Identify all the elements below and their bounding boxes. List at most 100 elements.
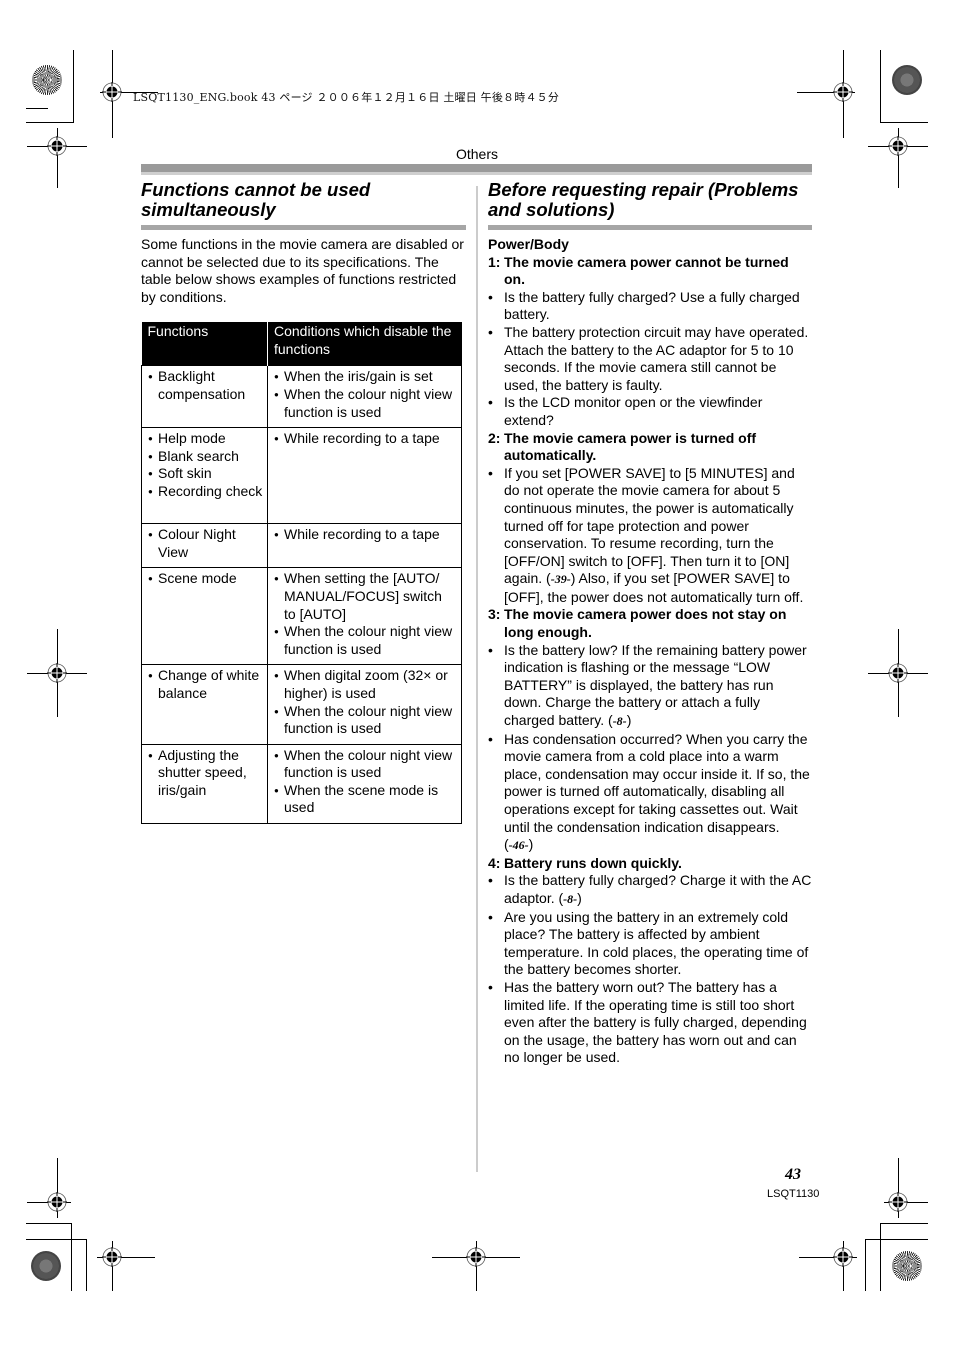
page-reference-link[interactable]: -46- — [509, 838, 529, 852]
functions-cell: Help modeBlank searchSoft skinRecording … — [141, 427, 268, 525]
table-row: Adjusting the shutter speed, iris/gain Wh… — [141, 743, 462, 825]
problem-heading: 1: The movie camera power cannot be turne… — [488, 254, 812, 289]
solution-text: The battery protection circuit may have … — [504, 323, 809, 393]
column-header: Conditions which disable the functions — [267, 322, 462, 366]
crosshair-target-icon — [102, 82, 122, 102]
bullet-icon: • — [488, 978, 493, 995]
solution-item: • Is the battery low? If the remaining ba… — [488, 642, 812, 731]
solution-text: ) — [528, 836, 534, 853]
solution-text: ) — [626, 712, 632, 729]
problem-number: 4: — [488, 854, 501, 871]
crosshair-target-icon — [833, 82, 853, 102]
problem-heading: 2: The movie camera power is turned off a… — [488, 430, 812, 465]
table-row: Help modeBlank searchSoft skinRecording … — [141, 427, 462, 525]
problem-title: Battery runs down quickly. — [504, 854, 682, 871]
registration-rosette-icon — [31, 1251, 61, 1281]
solution-text: Is the battery low? If the remaining bat… — [504, 641, 807, 729]
solution-item: • Is the LCD monitor open or the viewfind… — [488, 394, 812, 429]
crosshair-target-icon — [888, 663, 908, 683]
bullet-icon: • — [488, 641, 493, 658]
bullet-icon: • — [488, 908, 493, 925]
title-rule — [141, 225, 466, 230]
solution-text: Is the LCD monitor open or the viewfinde… — [504, 394, 763, 428]
problem-number: 3: — [488, 606, 501, 623]
bullet-icon: • — [488, 872, 493, 889]
function-item: Backlight compensation — [148, 368, 263, 403]
function-item: Blank search — [148, 448, 263, 466]
conditions-cell: When the iris/gain is setWhen the colour… — [267, 365, 462, 429]
registration-rosette-icon — [32, 65, 62, 95]
function-item: Adjusting the shutter speed, iris/gain — [148, 747, 263, 800]
page-reference-link[interactable]: -39- — [551, 572, 571, 586]
problem-heading: 3: The movie camera power does not stay o… — [488, 606, 812, 641]
section-title: Before requesting repair (Problems and s… — [488, 179, 799, 220]
crosshair-target-icon — [47, 663, 67, 683]
functions-cell: Colour Night View — [141, 523, 268, 569]
condition-item: When the scene mode is used — [274, 782, 457, 817]
condition-item: When setting the [AUTO/ MANUAL/FOCUS] sw… — [274, 570, 457, 623]
registration-rosette-icon — [892, 1251, 922, 1281]
repair-section: Before requesting repair (Problems and s… — [488, 180, 812, 1067]
solution-item: • The battery protection circuit may have… — [488, 324, 812, 394]
intro-paragraph: Some functions in the movie camera are d… — [141, 236, 464, 305]
problem-title: The movie camera power is turned off aut… — [504, 429, 757, 464]
problem-title: The movie camera power does not stay on … — [504, 606, 787, 641]
model-code: LSQT1130 — [767, 1188, 820, 1200]
solution-item: • Are you using the battery in an extreme… — [488, 909, 812, 979]
function-item: Recording check — [148, 483, 263, 501]
conditions-cell: While recording to a tape — [267, 523, 462, 569]
condition-item: While recording to a tape — [274, 526, 457, 544]
title-rule — [488, 225, 812, 230]
crosshair-target-icon — [47, 1192, 67, 1212]
problem-number: 2: — [488, 429, 501, 446]
functions-cell: Backlight compensation — [141, 365, 268, 429]
bullet-icon: • — [488, 323, 493, 340]
solution-text: Is the battery fully charged? Use a full… — [504, 288, 800, 323]
column-header: Functions — [141, 322, 268, 366]
solution-text: Is the battery fully charged? Charge it … — [504, 872, 812, 906]
condition-item: When digital zoom (32× or higher) is use… — [274, 667, 457, 702]
condition-item: When the colour night view function is u… — [274, 703, 457, 738]
function-item: Soft skin — [148, 465, 263, 483]
problem-heading: 4: Battery runs down quickly. — [488, 855, 812, 873]
solution-text: ) — [577, 889, 582, 906]
solution-item: • Has the battery worn out? The battery h… — [488, 979, 812, 1067]
solution-text: Has the battery worn out? The battery ha… — [504, 978, 807, 1066]
function-item: Colour Night View — [148, 526, 263, 561]
crosshair-target-icon — [888, 1192, 908, 1212]
registration-rosette-icon — [892, 65, 922, 95]
column-divider — [476, 186, 478, 1172]
crosshair-target-icon — [833, 1247, 853, 1267]
page-reference-link[interactable]: -8- — [563, 892, 577, 906]
crosshair-target-icon — [102, 1247, 122, 1267]
condition-item: When the iris/gain is set — [274, 368, 457, 386]
table-row: Colour Night View While recording to a ta… — [141, 523, 462, 569]
bullet-icon: • — [488, 288, 493, 305]
bullet-icon: • — [488, 730, 493, 747]
table-row: Scene mode When setting the [AUTO/ MANUAL… — [141, 567, 462, 666]
solution-item: • Is the battery fully charged? Use a ful… — [488, 289, 812, 324]
solution-text: Are you using the battery in an extremel… — [504, 908, 809, 978]
function-item: Change of white balance — [148, 667, 263, 702]
condition-item: When the colour night view function is u… — [274, 386, 457, 421]
solution-text: If you set [POWER SAVE] to [5 MINUTES] a… — [504, 464, 795, 587]
functions-cell: Change of white balance — [141, 664, 268, 745]
functions-section: Functions cannot be used simultaneously … — [141, 179, 466, 825]
solution-text: Has condensation occurred? When you carr… — [504, 730, 810, 853]
table-row: Backlight compensationWhen the iris/gain… — [141, 365, 462, 429]
conditions-cell: When digital zoom (32× or higher) is use… — [267, 664, 462, 745]
crosshair-target-icon — [466, 1247, 486, 1267]
section-title: Functions cannot be used simultaneously — [141, 179, 371, 220]
condition-item: When the colour night view function is u… — [274, 747, 457, 782]
conditions-cell: When setting the [AUTO/ MANUAL/FOCUS] sw… — [267, 567, 462, 666]
solution-item: • Has condensation occurred? When you car… — [488, 731, 812, 855]
conditions-cell: When the colour night view function is u… — [267, 743, 462, 825]
conditions-cell: While recording to a tape — [267, 427, 462, 525]
print-header: LSQT1130_ENG.book 43 ページ ２００６年１２月１６日 土曜日… — [133, 91, 560, 104]
table-header-row: Functions Conditions which disable the f… — [141, 322, 462, 366]
page-reference-link[interactable]: -8- — [613, 714, 627, 728]
solution-item: • If you set [POWER SAVE] to [5 MINUTES] … — [488, 465, 812, 607]
bullet-icon: • — [488, 394, 493, 411]
subheading: Power/Body — [488, 236, 569, 252]
functions-table: Functions Conditions which disable the f… — [141, 322, 462, 825]
